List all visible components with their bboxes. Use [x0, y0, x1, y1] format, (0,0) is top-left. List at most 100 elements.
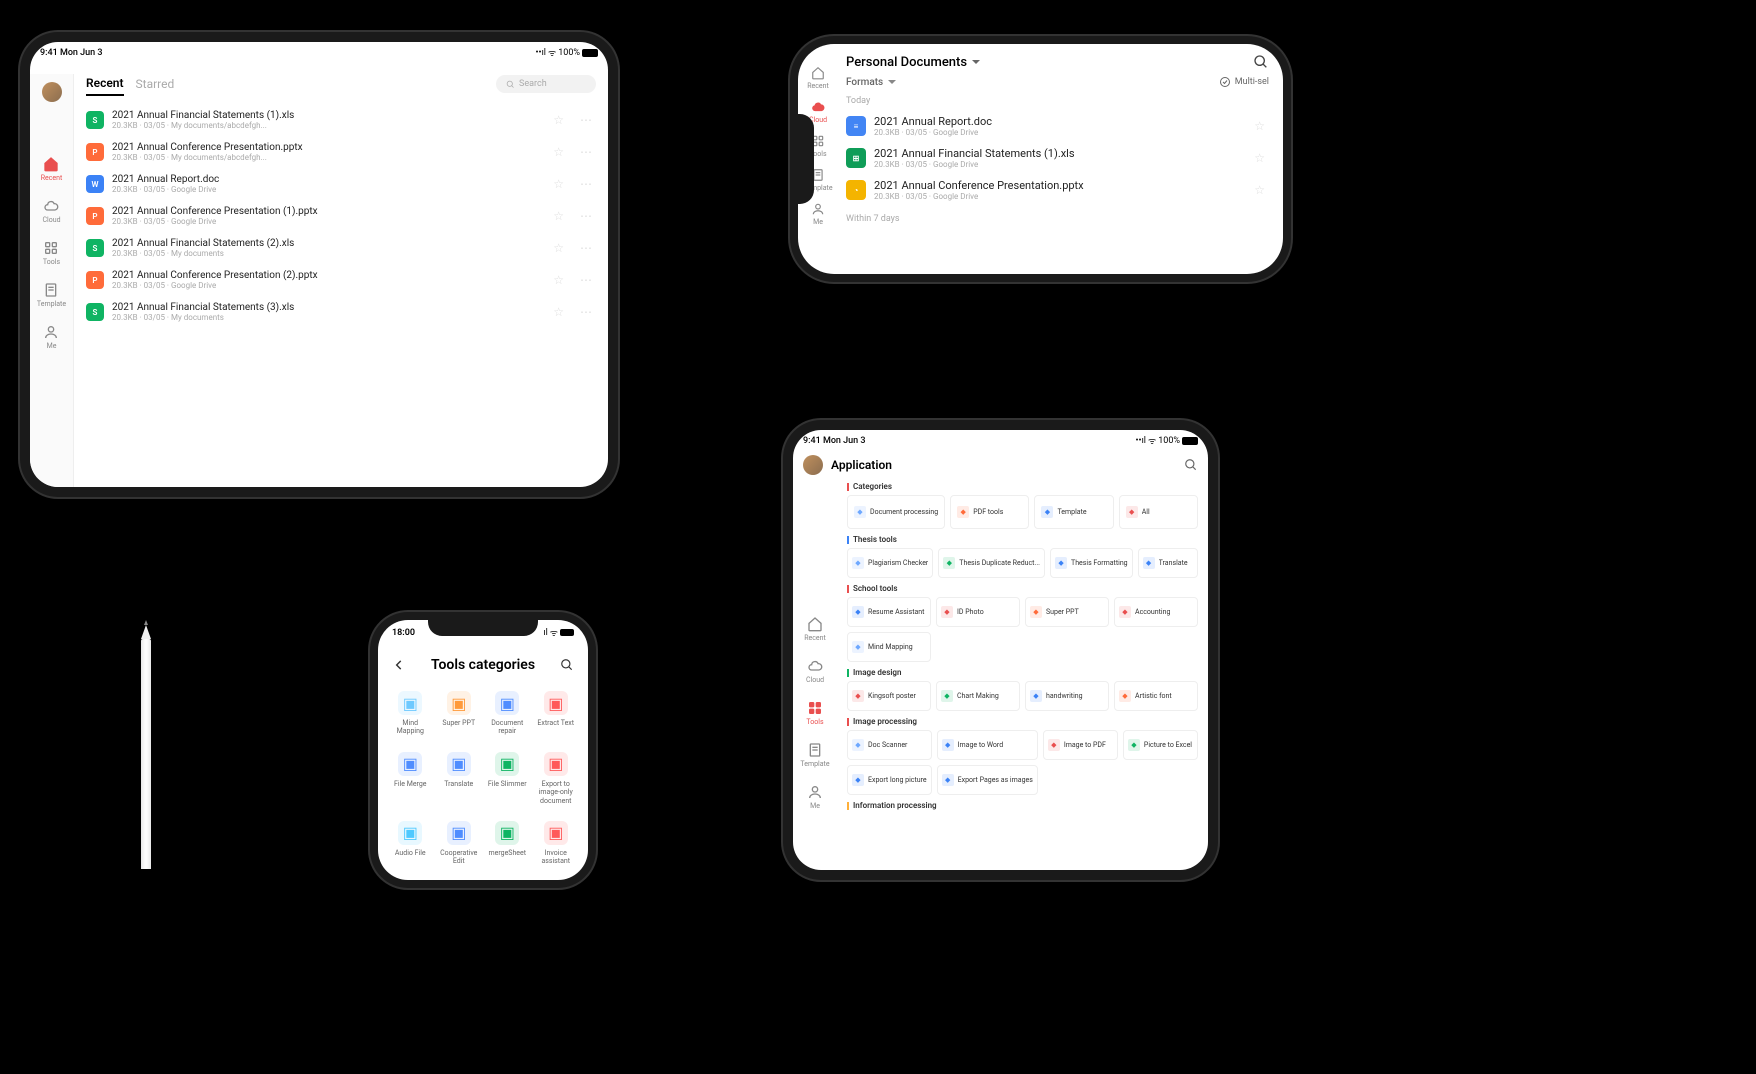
- sidebar-item-template[interactable]: Template: [800, 734, 829, 776]
- sidebar-item-cloud[interactable]: Cloud: [37, 190, 66, 232]
- file-row[interactable]: ≡ 2021 Annual Report.doc 20.3KB · 03/05 …: [846, 110, 1269, 142]
- more-icon[interactable]: ⋯: [576, 145, 596, 159]
- section-header: School tools: [845, 584, 1200, 593]
- multiselect-button[interactable]: Multi-sel: [1219, 76, 1269, 88]
- tool-item[interactable]: ▣ Cooperative Edit: [435, 815, 484, 872]
- tool-item[interactable]: ▣ Extract Text: [532, 685, 581, 742]
- star-icon[interactable]: ☆: [549, 241, 568, 255]
- file-row[interactable]: W 2021 Annual Report.doc 20.3KB · 03/05 …: [86, 168, 596, 200]
- tab-starred[interactable]: Starred: [136, 73, 175, 95]
- avatar[interactable]: [803, 455, 823, 475]
- sidebar-item-recent[interactable]: Recent: [803, 66, 832, 90]
- star-icon[interactable]: ☆: [549, 209, 568, 223]
- tool-icon: ◆: [1128, 739, 1140, 751]
- sidebar-item-recent[interactable]: Recent: [800, 608, 829, 650]
- tab-recent[interactable]: Recent: [86, 72, 124, 96]
- file-row[interactable]: ⊞ 2021 Annual Financial Statements (1).x…: [846, 142, 1269, 174]
- search-icon[interactable]: [1184, 458, 1198, 472]
- tool-card[interactable]: ◆Mind Mapping: [847, 632, 931, 662]
- file-row[interactable]: P 2021 Annual Conference Presentation.pp…: [86, 136, 596, 168]
- search-input[interactable]: Search: [496, 75, 596, 93]
- sidebar-item-me[interactable]: Me: [803, 202, 832, 226]
- back-icon[interactable]: [392, 658, 406, 672]
- star-icon[interactable]: ☆: [1250, 119, 1269, 133]
- tool-card[interactable]: ◆Export long picture: [847, 765, 932, 795]
- tool-item[interactable]: ▣ File Slimmer: [483, 746, 532, 811]
- tool-card[interactable]: ◆Thesis Formatting: [1050, 548, 1133, 578]
- search-icon[interactable]: [1253, 54, 1269, 70]
- file-type-icon: ◔: [846, 180, 866, 200]
- tool-item[interactable]: ▣ Invoice assistant: [532, 815, 581, 872]
- tool-card[interactable]: ◆Accounting: [1114, 597, 1198, 627]
- file-row[interactable]: S 2021 Annual Financial Statements (2).x…: [86, 232, 596, 264]
- star-icon[interactable]: ☆: [1250, 183, 1269, 197]
- more-icon[interactable]: ⋯: [576, 209, 596, 223]
- file-row[interactable]: P 2021 Annual Conference Presentation (1…: [86, 200, 596, 232]
- tool-card[interactable]: ◆Resume Assistant: [847, 597, 931, 627]
- tool-card[interactable]: ◆Kingsoft poster: [847, 681, 931, 711]
- more-icon[interactable]: ⋯: [576, 177, 596, 191]
- tool-item[interactable]: ▣ Mind Mapping: [386, 685, 435, 742]
- tool-item[interactable]: ▣ Document repair: [483, 685, 532, 742]
- tool-card[interactable]: ◆Export Pages as images: [937, 765, 1038, 795]
- tool-card[interactable]: ◆Super PPT: [1025, 597, 1109, 627]
- tool-icon: ◆: [1143, 557, 1155, 569]
- file-row[interactable]: ◔ 2021 Annual Conference Presentation.pp…: [846, 174, 1269, 206]
- tool-item[interactable]: ▣ mergeSheet: [483, 815, 532, 872]
- star-icon[interactable]: ☆: [549, 273, 568, 287]
- file-row[interactable]: S 2021 Annual Financial Statements (3).x…: [86, 296, 596, 328]
- file-meta: 20.3KB · 03/05 · Google Drive: [112, 217, 541, 226]
- tool-icon: ◆: [852, 774, 864, 786]
- tool-card[interactable]: ◆PDF tools: [950, 495, 1029, 529]
- tool-card[interactable]: ◆Artistic font: [1114, 681, 1198, 711]
- file-row[interactable]: S 2021 Annual Financial Statements (1).x…: [86, 104, 596, 136]
- star-icon[interactable]: ☆: [1250, 151, 1269, 165]
- tool-label: handwriting: [1046, 692, 1104, 700]
- sidebar-item-recent[interactable]: Recent: [37, 148, 66, 190]
- tool-icon: ▣: [447, 691, 471, 715]
- star-icon[interactable]: ☆: [549, 177, 568, 191]
- tool-card[interactable]: ◆ handwriting: [1025, 681, 1109, 711]
- tool-card[interactable]: ◆Template: [1034, 495, 1113, 529]
- tool-card[interactable]: ◆Doc Scanner: [847, 730, 932, 760]
- more-icon[interactable]: ⋯: [576, 113, 596, 127]
- tool-card[interactable]: ◆Image to PDF: [1043, 730, 1118, 760]
- tool-icon: ◆: [942, 739, 954, 751]
- sidebar-item-tools[interactable]: Tools: [800, 692, 829, 734]
- sidebar-item-me[interactable]: Me: [800, 776, 829, 818]
- search-icon[interactable]: [560, 658, 574, 672]
- tool-icon: ▣: [495, 691, 519, 715]
- tool-card[interactable]: ◆Image to Word: [937, 730, 1038, 760]
- tool-card[interactable]: ◆Picture to Excel: [1123, 730, 1198, 760]
- tool-card[interactable]: ◆Translate: [1138, 548, 1198, 578]
- file-row[interactable]: P 2021 Annual Conference Presentation (2…: [86, 264, 596, 296]
- more-icon[interactable]: ⋯: [576, 241, 596, 255]
- star-icon[interactable]: ☆: [549, 305, 568, 319]
- tool-card[interactable]: ◆ID Photo: [936, 597, 1020, 627]
- section-header: Categories: [845, 482, 1200, 491]
- more-icon[interactable]: ⋯: [576, 305, 596, 319]
- avatar[interactable]: [42, 82, 62, 102]
- tool-item[interactable]: ▣ Super PPT: [435, 685, 484, 742]
- tool-item[interactable]: ▣ Export to image-only document: [532, 746, 581, 811]
- sidebar-item-tools[interactable]: Tools: [37, 232, 66, 274]
- file-name: 2021 Annual Conference Presentation.pptx: [112, 142, 541, 153]
- star-icon[interactable]: ☆: [549, 145, 568, 159]
- tool-label: Invoice assistant: [534, 849, 579, 866]
- tool-card[interactable]: ◆Document processing: [847, 495, 945, 529]
- sidebar-item-me[interactable]: Me: [37, 316, 66, 358]
- tool-card[interactable]: ◆All: [1119, 495, 1198, 529]
- sidebar-item-cloud[interactable]: Cloud: [800, 650, 829, 692]
- formats-dropdown[interactable]: Formats: [846, 77, 897, 88]
- tool-item[interactable]: ▣ Translate: [435, 746, 484, 811]
- tool-card[interactable]: ◆Plagiarism Checker: [847, 548, 933, 578]
- sidebar-item-template[interactable]: Template: [37, 274, 66, 316]
- tool-icon: ◆: [1030, 690, 1042, 702]
- tool-card[interactable]: ◆Thesis Duplicate Reduct...: [938, 548, 1045, 578]
- folder-dropdown[interactable]: Personal Documents: [846, 55, 981, 70]
- tool-card[interactable]: ◆Chart Making: [936, 681, 1020, 711]
- tool-item[interactable]: ▣ File Merge: [386, 746, 435, 811]
- star-icon[interactable]: ☆: [549, 113, 568, 127]
- more-icon[interactable]: ⋯: [576, 273, 596, 287]
- tool-item[interactable]: ▣ Audio File: [386, 815, 435, 872]
